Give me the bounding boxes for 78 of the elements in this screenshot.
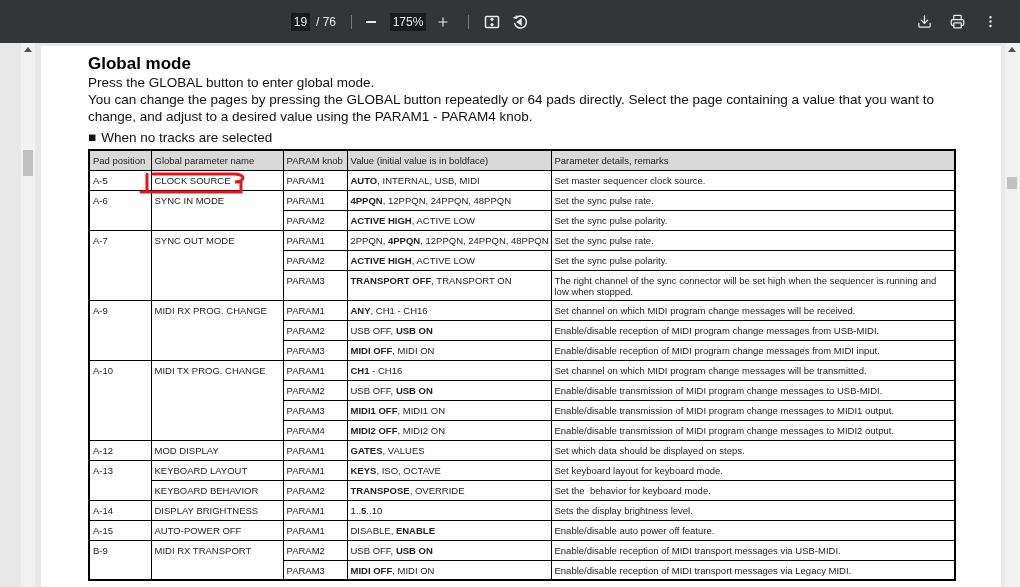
- table-cell: 1..5..10: [347, 500, 551, 520]
- bullet-icon: ■: [88, 129, 97, 146]
- table-cell: SYNC OUT MODE: [151, 230, 283, 300]
- table-cell: ACTIVE HIGH, ACTIVE LOW: [347, 250, 551, 270]
- subheading: When no tracks are selected: [101, 129, 273, 146]
- table-cell: CLOCK SOURCE: [151, 170, 283, 190]
- plus-icon: [436, 14, 450, 29]
- table-cell: PARAM2: [283, 210, 347, 230]
- table-cell: 4PPQN, 12PPQN, 24PPQN, 48PPQN: [347, 190, 551, 210]
- table-cell: PARAM2: [283, 320, 347, 340]
- table-cell: A-13: [89, 460, 151, 500]
- table-cell: A-14: [89, 500, 151, 520]
- table-cell: A-10: [89, 360, 151, 440]
- table-cell: CH1 - CH16: [347, 360, 551, 380]
- column-header: PARAM knob: [283, 150, 347, 170]
- table-cell: KEYBOARD LAYOUT: [151, 460, 283, 480]
- scrollbar[interactable]: [21, 43, 35, 587]
- table-cell: PARAM2: [283, 540, 347, 560]
- page-number-field[interactable]: 19: [291, 12, 310, 31]
- download-button[interactable]: [917, 14, 932, 29]
- table-cell: PARAM4: [283, 420, 347, 440]
- table-cell: PARAM3: [283, 340, 347, 360]
- table-cell: MIDI2 OFF, MIDI2 ON: [347, 420, 551, 440]
- table-cell: ACTIVE HIGH, ACTIVE LOW: [347, 210, 551, 230]
- table-cell: USB OFF, USB ON: [347, 320, 551, 340]
- table-cell: A-15: [89, 520, 151, 540]
- table-cell: PARAM1: [283, 230, 347, 250]
- table-cell: PARAM3: [283, 270, 347, 300]
- table-cell: PARAM1: [283, 500, 347, 520]
- table-cell: TRANSPOSE, OVERRIDE: [347, 480, 551, 500]
- table-cell: MIDI1 OFF, MIDI1 ON: [347, 400, 551, 420]
- table-cell: USB OFF, USB ON: [347, 540, 551, 560]
- table-cell: PARAM1: [283, 460, 347, 480]
- table-cell: 2PPQN, 4PPQN, 12PPQN, 24PPQN, 48PPQN: [347, 230, 551, 250]
- section-heading: Global mode: [88, 54, 192, 74]
- scrollbar[interactable]: [1005, 43, 1020, 587]
- column-header: Value (initial value is in boldface): [347, 150, 551, 170]
- rotate-button[interactable]: [512, 13, 528, 30]
- table-cell: A-7: [89, 230, 151, 300]
- table-cell: AUTO-POWER OFF: [151, 520, 283, 540]
- table-cell: GATES, VALUES: [347, 440, 551, 460]
- table-cell: MIDI TX PROG. CHANGE: [151, 360, 283, 440]
- column-header: Global parameter name: [151, 150, 283, 170]
- table-cell: MIDI RX PROG. CHANGE: [151, 300, 283, 360]
- table-cell: AUTO, INTERNAL, USB, MIDI: [347, 170, 551, 190]
- download-icon: [917, 14, 932, 29]
- table-cell: PARAM1: [283, 190, 347, 210]
- body-text: You can change the pages by pressing the GLOBAL button repeatedly or 64 pads directly. Select the page containing a value that you want to change, and adjust to a desired value using the PARAM1 - PARAM4 knob.: [88, 91, 936, 125]
- table-cell: SYNC IN MODE: [151, 190, 283, 230]
- table-cell: PARAM1: [283, 520, 347, 540]
- table-cell: ANY, CH1 - CH16: [347, 300, 551, 320]
- fit-page-button[interactable]: [484, 13, 500, 30]
- table-cell: DISABLE, ENABLE: [347, 520, 551, 540]
- table-cell: KEYS, ISO, OCTAVE: [347, 460, 551, 480]
- table-cell: MOD DISPLAY: [151, 440, 283, 460]
- body-text: Press the GLOBAL button to enter global mode.: [88, 74, 376, 91]
- table-cell: A-9: [89, 300, 151, 360]
- column-header: Pad position: [89, 150, 151, 170]
- table-cell: PARAM1: [283, 300, 347, 320]
- table-cell: DISPLAY BRIGHTNESS: [151, 500, 283, 520]
- table-cell: TRANSPORT OFF, TRANSPORT ON: [347, 270, 551, 300]
- print-button[interactable]: [950, 14, 965, 29]
- table-cell: PARAM2: [283, 250, 347, 270]
- page-count: / 76: [316, 13, 336, 31]
- table-cell: A-5: [89, 170, 151, 190]
- table-cell: USB OFF, USB ON: [347, 380, 551, 400]
- printer-icon: [950, 14, 965, 29]
- table-cell: PARAM2: [283, 380, 347, 400]
- table-cell: A-12: [89, 440, 151, 460]
- zoom-field[interactable]: 175%: [390, 12, 426, 31]
- table-cell: PARAM1: [283, 170, 347, 190]
- table-cell: MIDI OFF, MIDI ON: [347, 340, 551, 360]
- minus-icon: [366, 20, 376, 23]
- table-cell: PARAM2: [283, 480, 347, 500]
- table-cell: PARAM1: [283, 440, 347, 460]
- table-cell: PARAM3: [283, 400, 347, 420]
- table-cell: PARAM1: [283, 360, 347, 380]
- table-cell: KEYBOARD BEHAVIOR: [151, 480, 283, 500]
